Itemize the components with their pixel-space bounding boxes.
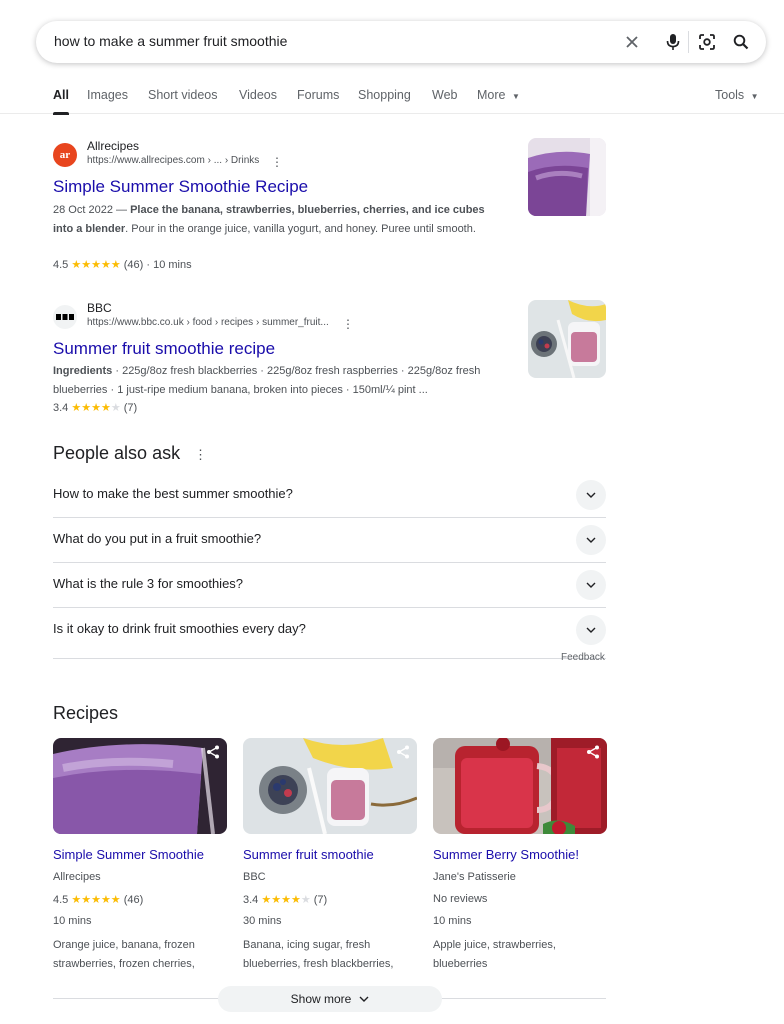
more-options-icon[interactable]: ⋮: [194, 447, 207, 463]
rating-value: 3.4: [53, 402, 69, 414]
cook-time: 10 mins: [153, 259, 192, 271]
recipe-source: Jane's Patisserie: [433, 871, 516, 883]
recipe-ingredients: Orange juice, banana, frozen strawberrie…: [53, 939, 195, 970]
microphone-icon[interactable]: [663, 32, 683, 52]
review-count: (7): [123, 402, 138, 414]
chevron-down-icon[interactable]: [576, 480, 606, 510]
star-rating-icon: ★★★★★: [71, 259, 121, 271]
share-icon[interactable]: [395, 744, 411, 760]
share-icon[interactable]: [205, 744, 221, 760]
result-title[interactable]: Summer fruit smoothie recipe: [53, 339, 275, 359]
result-snippet: 28 Oct 2022 — Place the banana, strawber…: [53, 204, 485, 235]
result-rating: 4.5 ★★★★★ (46) · 10 mins: [53, 259, 192, 271]
bbc-logo: [53, 305, 77, 329]
search-tabs: All Images Short videos Videos Forums Sh…: [0, 86, 784, 115]
recipe-time: 10 mins: [433, 915, 472, 927]
recipe-source: BBC: [243, 871, 266, 883]
tab-all[interactable]: All: [53, 88, 69, 115]
recipe-title[interactable]: Summer Berry Smoothie!: [433, 847, 579, 862]
result-site-name: Allrecipes: [87, 139, 140, 153]
tab-more-label: More: [477, 88, 506, 102]
recipe-image[interactable]: [433, 738, 607, 834]
result-date: 28 Oct 2022: [53, 204, 113, 216]
result-url[interactable]: https://www.bbc.co.uk › food › recipes ›…: [87, 317, 329, 328]
result-snippet: Ingredients · 225g/8oz fresh blackberrie…: [53, 362, 493, 399]
show-more-button[interactable]: Show more: [218, 986, 442, 1012]
rating-value: 4.5: [53, 259, 69, 271]
more-options-icon[interactable]: ⋮: [271, 155, 283, 169]
paa-question[interactable]: What is the rule 3 for smoothies?: [53, 563, 606, 608]
allrecipes-logo: ar: [53, 143, 77, 167]
share-icon[interactable]: [585, 744, 601, 760]
recipe-image[interactable]: [53, 738, 227, 834]
chevron-down-icon: [359, 996, 369, 1002]
star-rating-icon: ★★★★★: [71, 894, 121, 906]
recipe-ingredients: Banana, icing sugar, fresh blueberries, …: [243, 939, 394, 970]
result-rating: 3.4 ★★★★★ (7): [53, 401, 137, 414]
people-also-ask-heading: People also ask: [53, 443, 181, 463]
rating-value: 4.5: [53, 894, 69, 906]
tab-forums[interactable]: Forums: [297, 88, 339, 102]
search-bar[interactable]: [36, 21, 766, 63]
recipe-image[interactable]: [243, 738, 417, 834]
result-url[interactable]: https://www.allrecipes.com › ... › Drink…: [87, 155, 259, 166]
recipe-source: Allrecipes: [53, 871, 101, 883]
paa-question[interactable]: What do you put in a fruit smoothie?: [53, 518, 606, 563]
result-snippet-text: . Pour in the orange juice, vanilla yogu…: [125, 222, 476, 235]
recipe-time: 10 mins: [53, 915, 92, 927]
paa-question[interactable]: How to make the best summer smoothie?: [53, 473, 606, 518]
recipe-no-reviews: No reviews: [433, 893, 488, 905]
recipe-rating: 3.4 ★★★★★ (7): [243, 893, 327, 906]
recipe-rating: 4.5 ★★★★★ (46): [53, 893, 143, 906]
result-title[interactable]: Simple Summer Smoothie Recipe: [53, 177, 308, 197]
show-more-label: Show more: [290, 992, 352, 1006]
star-rating-icon: ★★★★★: [261, 894, 311, 906]
recipes-heading: Recipes: [53, 703, 119, 723]
result-thumbnail[interactable]: [528, 300, 606, 378]
close-icon[interactable]: [622, 32, 642, 52]
allrecipes-logo-text: ar: [59, 149, 71, 161]
rating-value: 3.4: [243, 894, 259, 906]
tab-short-videos[interactable]: Short videos: [148, 88, 217, 102]
caret-down-icon: ▼: [511, 92, 520, 101]
search-icon[interactable]: [731, 32, 751, 52]
chevron-down-icon[interactable]: [576, 615, 606, 645]
search-input[interactable]: [54, 33, 594, 49]
chevron-down-icon[interactable]: [576, 525, 606, 555]
tab-shopping[interactable]: Shopping: [358, 88, 411, 102]
more-options-icon[interactable]: ⋮: [342, 317, 354, 331]
review-count: (46): [123, 894, 144, 906]
chevron-down-icon[interactable]: [576, 570, 606, 600]
result-site-name: BBC: [87, 301, 112, 315]
recipe-time: 30 mins: [243, 915, 282, 927]
review-count: (7): [313, 894, 328, 906]
tab-web[interactable]: Web: [432, 88, 457, 102]
search-divider: [688, 31, 689, 53]
star-rating-icon: ★★★★★: [71, 402, 121, 414]
review-count: (46): [123, 259, 144, 271]
paa-question-text: Is it okay to drink fruit smoothies ever…: [53, 621, 306, 636]
paa-question-text: How to make the best summer smoothie?: [53, 486, 293, 501]
result-thumbnail[interactable]: [528, 138, 606, 216]
tab-more[interactable]: More ▼: [477, 88, 520, 102]
result-snippet-text: · 225g/8oz fresh blackberries · 225g/8oz…: [53, 365, 481, 396]
recipe-title[interactable]: Summer fruit smoothie: [243, 847, 374, 862]
tools-button[interactable]: Tools ▼: [715, 88, 759, 102]
paa-question-text: What do you put in a fruit smoothie?: [53, 531, 262, 546]
tab-videos[interactable]: Videos: [239, 88, 277, 102]
result-snippet-bold: Ingredients: [53, 365, 113, 377]
tab-images[interactable]: Images: [87, 88, 128, 102]
recipe-title[interactable]: Simple Summer Smoothie: [53, 847, 204, 862]
tools-label: Tools: [715, 88, 745, 102]
paa-question[interactable]: Is it okay to drink fruit smoothies ever…: [53, 608, 606, 659]
caret-down-icon: ▼: [750, 92, 759, 101]
feedback-link[interactable]: Feedback: [561, 652, 605, 663]
lens-icon[interactable]: [697, 32, 717, 52]
paa-question-text: What is the rule 3 for smoothies?: [53, 576, 244, 591]
recipe-ingredients: Apple juice, strawberries, blueberries: [433, 939, 556, 970]
